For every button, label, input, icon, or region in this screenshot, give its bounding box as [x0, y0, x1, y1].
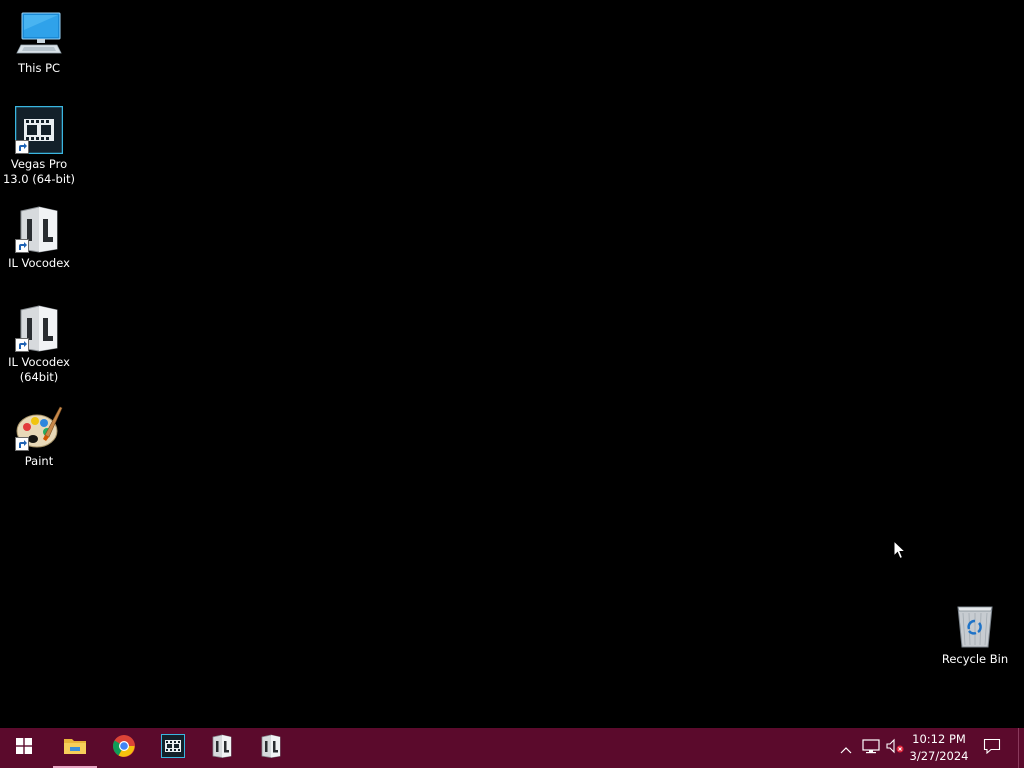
il-vocodex-icon: [210, 734, 234, 762]
windows-start-icon: [16, 738, 32, 758]
taskbar: 10:12 PM 3/27/2024: [0, 728, 1024, 768]
desktop-icon-vegas-pro[interactable]: Vegas Pro 13.0 (64-bit): [1, 106, 77, 187]
taskbar-chrome[interactable]: [100, 728, 148, 768]
shortcut-arrow-icon: [15, 140, 29, 154]
this-pc-icon: [15, 10, 63, 58]
taskbar-il-vocodex-64[interactable]: [247, 728, 295, 768]
desktop-icon-this-pc[interactable]: This PC: [1, 10, 77, 76]
desktop-icon-recycle-bin[interactable]: Recycle Bin: [937, 601, 1013, 667]
desktop-icon-paint[interactable]: Paint: [1, 403, 77, 469]
shortcut-arrow-icon: [15, 437, 29, 451]
start-button[interactable]: [0, 728, 48, 768]
desktop-icon-label: Recycle Bin: [941, 652, 1009, 666]
vegas-pro-icon: [161, 734, 185, 762]
vegas-pro-icon: [15, 106, 63, 154]
il-vocodex-icon: [15, 205, 63, 253]
taskbar-vegas-pro[interactable]: [149, 728, 197, 768]
network-status-button[interactable]: [860, 728, 882, 768]
taskbar-clock[interactable]: 10:12 PM 3/27/2024: [906, 728, 972, 768]
desktop-icon-il-vocodex[interactable]: IL Vocodex: [1, 205, 77, 271]
chrome-icon: [112, 734, 136, 762]
desktop-icon-label: Paint: [24, 454, 54, 468]
shortcut-arrow-icon: [15, 239, 29, 253]
volume-muted-icon: [885, 738, 905, 758]
clock-time: 10:12 PM: [912, 732, 966, 746]
mouse-cursor-icon: [893, 539, 907, 564]
desktop-icon-label: Vegas Pro 13.0 (64-bit): [2, 157, 76, 186]
chevron-up-icon: [840, 739, 852, 758]
volume-button[interactable]: [884, 728, 906, 768]
shortcut-arrow-icon: [15, 338, 29, 352]
file-explorer-icon: [63, 736, 87, 760]
desktop[interactable]: This PC Vegas Pro 13.0 (64-bit) IL Vocod…: [0, 0, 1024, 728]
taskbar-file-explorer[interactable]: [51, 728, 99, 768]
clock-date: 3/27/2024: [909, 749, 969, 763]
desktop-icon-il-vocodex-64[interactable]: IL Vocodex (64bit): [1, 304, 77, 385]
action-center-button[interactable]: [978, 728, 1006, 768]
desktop-icon-label: IL Vocodex: [8, 256, 70, 270]
il-vocodex-64-icon: [15, 304, 63, 352]
notifications-icon: [983, 738, 1001, 758]
desktop-icon-label: This PC: [17, 61, 61, 75]
taskbar-il-vocodex[interactable]: [198, 728, 246, 768]
il-vocodex-icon: [259, 734, 283, 762]
show-desktop-button[interactable]: [1018, 728, 1024, 768]
desktop-icon-label: IL Vocodex (64bit): [8, 355, 70, 384]
show-hidden-icons-button[interactable]: [836, 728, 856, 768]
network-icon: [862, 738, 880, 758]
paint-icon: [15, 403, 63, 451]
recycle-bin-icon: [951, 601, 999, 649]
